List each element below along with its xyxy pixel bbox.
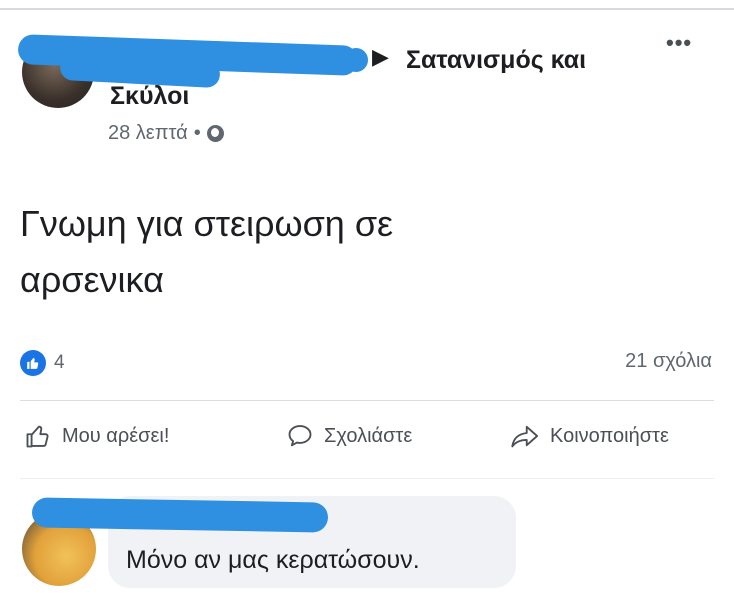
share-button-label: Κοινοποιήστε (550, 424, 669, 447)
group-name-line1[interactable]: Σατανισμός και (406, 40, 586, 80)
post-timestamp[interactable]: 28 λεπτά (108, 122, 188, 145)
top-divider (0, 8, 734, 10)
globe-icon (206, 125, 224, 142)
comment-count[interactable]: 21 σχόλια (625, 348, 712, 374)
posted-in-arrow-icon: ▶ (372, 44, 389, 69)
post-text-line1: Γνωμη για στειρωση σε (20, 203, 394, 244)
more-horizontal-icon[interactable]: ••• (666, 30, 692, 56)
like-reaction-icon[interactable] (20, 350, 46, 376)
name-redaction (344, 48, 368, 72)
commenter-name-redaction (31, 497, 329, 533)
share-button[interactable]: Κοινοποιήστε (510, 422, 669, 450)
group-name-line2[interactable]: Σκύλοι (110, 76, 189, 116)
comment-button-label: Σχολιάστε (324, 424, 413, 447)
share-arrow-icon (511, 425, 539, 448)
thumbs-up-icon (26, 425, 49, 448)
comment-button[interactable]: Σχολιάστε (286, 422, 412, 450)
like-count[interactable]: 4 (54, 350, 65, 376)
post-body: Γνωμη για στειρωση σε αρσενικα (20, 196, 710, 308)
thumbs-up-icon (27, 357, 39, 369)
meta-separator: • (193, 122, 201, 144)
actions-divider (20, 478, 714, 479)
post-meta: 28 λεπτά • (108, 122, 224, 145)
post-text-line2: αρσενικα (20, 259, 164, 300)
like-button[interactable]: Μου αρέσει! (24, 422, 169, 450)
like-button-label: Μου αρέσει! (62, 424, 170, 447)
comment-bubble-icon (288, 425, 312, 447)
comment-text: Μόνο αν μας κερατώσουν. (126, 546, 420, 574)
stats-divider (20, 400, 714, 401)
